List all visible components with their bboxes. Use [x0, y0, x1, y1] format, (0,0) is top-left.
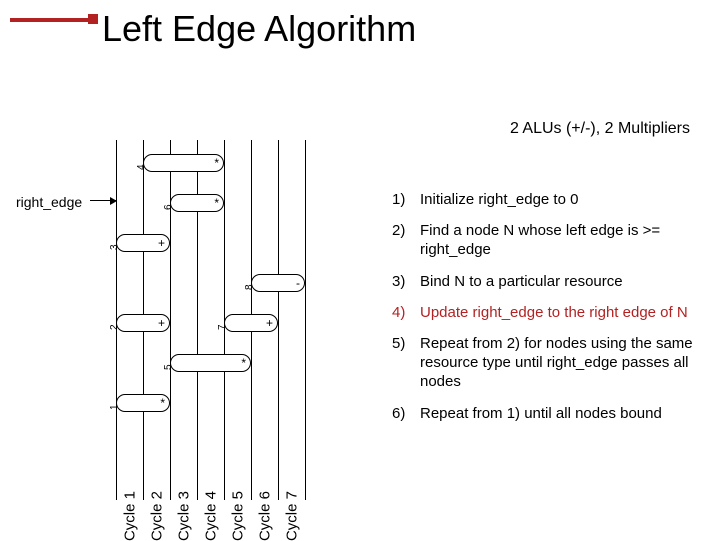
cycle-gridline — [170, 140, 171, 500]
cycle-label: Cycle 1 — [121, 491, 138, 541]
cycle-label: Cycle 3 — [175, 491, 192, 541]
node-op: + — [158, 236, 165, 250]
algorithm-steps: 1)Initialize right_edge to 02)Find a nod… — [392, 190, 702, 435]
schedule-node: 6* — [170, 194, 224, 212]
accent-box — [88, 14, 98, 24]
step-text: Initialize right_edge to 0 — [420, 190, 702, 209]
schedule-node: 5* — [170, 354, 251, 372]
schedule-node: 3+ — [116, 234, 170, 252]
node-id: 6 — [163, 204, 174, 210]
step-text: Bind N to a particular resource — [420, 272, 702, 291]
cycle-label: Cycle 6 — [256, 491, 273, 541]
step-item: 6)Repeat from 1) until all nodes bound — [392, 404, 702, 423]
step-number: 6) — [392, 404, 420, 423]
node-op: - — [296, 276, 300, 290]
cycle-label: Cycle 4 — [202, 491, 219, 541]
node-op: + — [158, 316, 165, 330]
step-number: 2) — [392, 221, 420, 259]
step-item: 5)Repeat from 2) for nodes using the sam… — [392, 334, 702, 392]
cycle-gridline — [305, 140, 306, 500]
node-op: * — [160, 396, 165, 410]
page-title: Left Edge Algorithm — [102, 8, 416, 50]
step-item: 4)Update right_edge to the right edge of… — [392, 303, 702, 322]
step-text: Repeat from 1) until all nodes bound — [420, 404, 702, 423]
node-id: 5 — [163, 364, 174, 370]
step-item: 2)Find a node N whose left edge is >= ri… — [392, 221, 702, 259]
right-edge-arrow — [90, 200, 116, 201]
cycle-gridline — [278, 140, 279, 500]
cycle-label: Cycle 2 — [148, 491, 165, 541]
node-op: + — [266, 316, 273, 330]
node-id: 1 — [109, 404, 120, 410]
step-text: Find a node N whose left edge is >= righ… — [420, 221, 702, 259]
node-id: 7 — [217, 324, 228, 330]
step-number: 3) — [392, 272, 420, 291]
cycle-label: Cycle 5 — [229, 491, 246, 541]
node-id: 8 — [244, 284, 255, 290]
cycle-label: Cycle 7 — [283, 491, 300, 541]
step-text: Repeat from 2) for nodes using the same … — [420, 334, 702, 392]
step-number: 1) — [392, 190, 420, 209]
schedule-node: 8- — [251, 274, 305, 292]
node-id: 3 — [109, 244, 120, 250]
schedule-node: 4* — [143, 154, 224, 172]
node-id: 4 — [136, 164, 147, 170]
schedule-node: 1* — [116, 394, 170, 412]
schedule-diagram: right_edge Cycle 1Cycle 2Cycle 3Cycle 4C… — [66, 110, 366, 530]
schedule-node: 7+ — [224, 314, 278, 332]
step-text: Update right_edge to the right edge of N — [420, 303, 702, 322]
node-id: 2 — [109, 324, 120, 330]
schedule-node: 2+ — [116, 314, 170, 332]
node-op: * — [214, 196, 219, 210]
node-op: * — [241, 356, 246, 370]
node-op: * — [214, 156, 219, 170]
right-edge-label: right_edge — [16, 194, 82, 210]
accent-bar — [10, 18, 88, 22]
step-number: 4) — [392, 303, 420, 322]
step-number: 5) — [392, 334, 420, 392]
step-item: 3)Bind N to a particular resource — [392, 272, 702, 291]
step-item: 1)Initialize right_edge to 0 — [392, 190, 702, 209]
resource-subtitle: 2 ALUs (+/-), 2 Multipliers — [510, 120, 690, 138]
